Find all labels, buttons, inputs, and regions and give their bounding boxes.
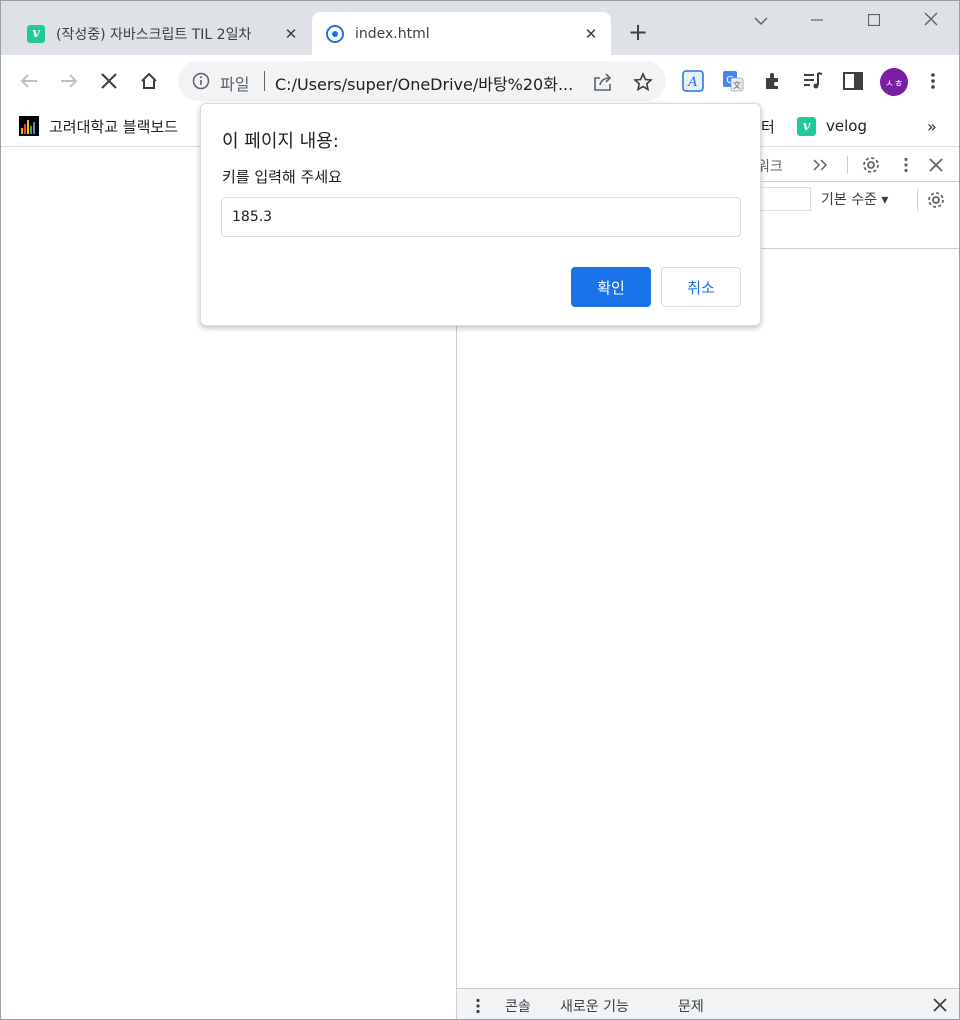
dialog-message: 키를 입력해 주세요 bbox=[222, 168, 342, 186]
devtools-menu-icon[interactable] bbox=[895, 154, 917, 176]
velog-icon: v bbox=[27, 24, 45, 43]
console-settings-icon[interactable] bbox=[925, 189, 947, 211]
tab-title: index.html bbox=[355, 25, 430, 42]
scheme-label: 파일 bbox=[220, 75, 250, 94]
bookmark-label: 터 bbox=[761, 117, 775, 136]
prompt-dialog: 이 페이지 내용: 키를 입력해 주세요 확인 취소 bbox=[200, 103, 761, 326]
info-icon[interactable] bbox=[192, 72, 210, 94]
devtools-drawer: 콘솔 새로운 기능 문제 bbox=[457, 988, 959, 1019]
close-tab-icon[interactable]: ✕ bbox=[279, 25, 303, 43]
close-tab-icon[interactable]: ✕ bbox=[579, 25, 603, 43]
blackboard-icon bbox=[19, 116, 39, 136]
velog-icon: v bbox=[797, 116, 816, 136]
bookmark-label: 고려대학교 블랙보드 bbox=[49, 117, 178, 136]
translate-icon[interactable]: G文 bbox=[721, 69, 745, 93]
dialog-title: 이 페이지 내용: bbox=[222, 131, 339, 152]
tab-strip: v (작성중) 자바스크립트 TIL 2일차 ✕ index.html ✕ + bbox=[1, 1, 959, 55]
media-control-icon[interactable] bbox=[801, 69, 825, 93]
chrome-file-icon bbox=[326, 24, 344, 43]
toolbar: 파일 C:/Users/super/OneDrive/바탕%20화... A G… bbox=[1, 55, 959, 107]
bookmark-velog[interactable]: v velog bbox=[797, 115, 867, 137]
minimize-button[interactable] bbox=[797, 7, 837, 35]
profile-avatar[interactable]: ㅅㅎ bbox=[880, 68, 908, 96]
side-panel-icon[interactable] bbox=[841, 69, 865, 93]
address-bar[interactable]: 파일 C:/Users/super/OneDrive/바탕%20화... bbox=[178, 61, 666, 101]
log-level-dropdown[interactable]: 기본 수준 ▾ bbox=[821, 189, 888, 209]
maximize-button[interactable] bbox=[854, 7, 894, 35]
font-extension-icon[interactable]: A bbox=[681, 69, 705, 93]
back-icon[interactable] bbox=[15, 67, 43, 95]
close-drawer-icon[interactable] bbox=[929, 994, 951, 1016]
menu-kebab-icon[interactable] bbox=[921, 69, 945, 93]
url-text[interactable]: C:/Users/super/OneDrive/바탕%20화... bbox=[275, 71, 581, 95]
new-tab-button[interactable]: + bbox=[625, 19, 651, 45]
ok-button[interactable]: 확인 bbox=[571, 267, 651, 307]
bookmark-blackboard[interactable]: 고려대학교 블랙보드 bbox=[19, 115, 178, 137]
cancel-button[interactable]: 취소 bbox=[661, 267, 741, 307]
drawer-tab-issues[interactable]: 문제 bbox=[678, 996, 704, 1016]
svg-text:文: 文 bbox=[733, 80, 741, 90]
tab-search-icon[interactable] bbox=[741, 7, 781, 35]
close-window-button[interactable] bbox=[911, 7, 951, 35]
divider bbox=[847, 156, 848, 174]
browser-window: v (작성중) 자바스크립트 TIL 2일차 ✕ index.html ✕ + bbox=[0, 0, 960, 1020]
tab-velog[interactable]: v (작성중) 자바스크립트 TIL 2일차 ✕ bbox=[15, 12, 311, 55]
prompt-input[interactable] bbox=[221, 197, 741, 237]
forward-icon[interactable] bbox=[55, 67, 83, 95]
settings-gear-icon[interactable] bbox=[860, 154, 882, 176]
tab-title: (작성중) 자바스크립트 TIL 2일차 bbox=[56, 26, 252, 43]
divider bbox=[917, 189, 918, 211]
more-tabs-icon[interactable] bbox=[809, 154, 831, 176]
bookmark-label: velog bbox=[826, 117, 867, 135]
bookmark-partial[interactable]: 터 bbox=[761, 115, 775, 137]
drawer-tab-console[interactable]: 콘솔 bbox=[505, 996, 531, 1016]
close-devtools-icon[interactable] bbox=[925, 154, 947, 176]
home-icon[interactable] bbox=[135, 67, 163, 95]
bookmark-star-icon[interactable] bbox=[632, 71, 654, 93]
svg-text:A: A bbox=[687, 75, 697, 90]
stop-loading-icon[interactable] bbox=[95, 67, 123, 95]
extensions-puzzle-icon[interactable] bbox=[761, 69, 785, 93]
drawer-menu-icon[interactable] bbox=[467, 995, 489, 1017]
share-icon[interactable] bbox=[592, 71, 614, 93]
bookmarks-overflow-button[interactable]: » bbox=[927, 115, 937, 137]
tab-index-html[interactable]: index.html ✕ bbox=[312, 12, 611, 55]
drawer-tab-whats-new[interactable]: 새로운 기능 bbox=[560, 996, 629, 1016]
address-divider bbox=[264, 71, 265, 91]
